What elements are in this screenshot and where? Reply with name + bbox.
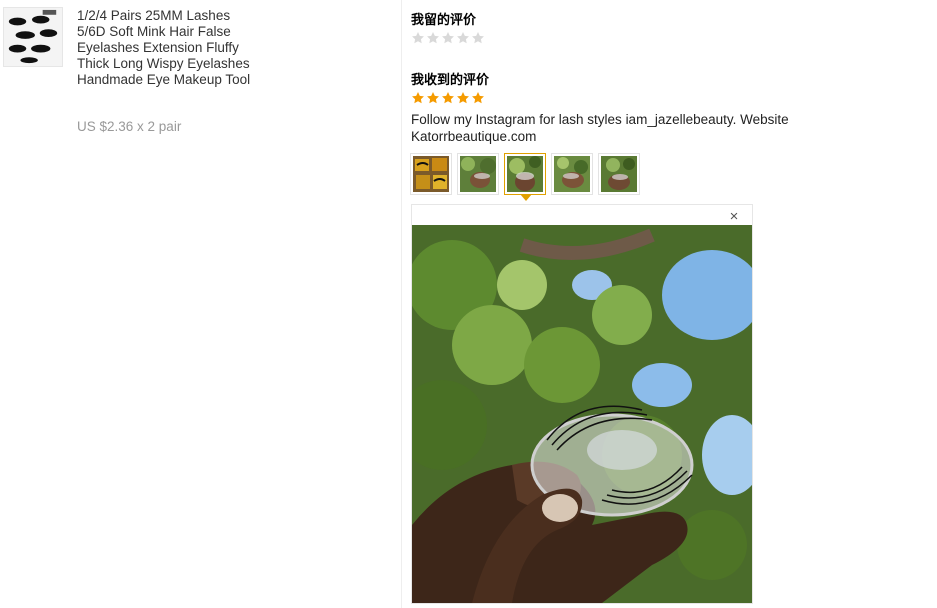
review-photo-4 [554, 156, 590, 192]
review-thumb-1[interactable] [410, 153, 452, 195]
review-text: Follow my Instagram for lash styles iam_… [411, 112, 789, 144]
review-thumb-4[interactable] [551, 153, 593, 195]
my-review-star-icon-3[interactable] [441, 31, 455, 45]
received-review-star-icon-3 [442, 92, 454, 104]
review-thumb-3[interactable] [504, 153, 546, 195]
received-review-heading: 我收到的评价 [411, 72, 490, 87]
received-review-rating [411, 91, 485, 105]
my-review-rating[interactable] [411, 31, 485, 45]
my-review-star-icon-4[interactable] [456, 31, 470, 45]
received-review-star-icon-4 [457, 92, 469, 104]
received-review-star-icon-1 [412, 92, 424, 104]
image-preview-panel: × [411, 204, 753, 604]
my-review-star-icon-1[interactable] [411, 31, 425, 45]
received-review-star-icon-2 [427, 92, 439, 104]
close-icon[interactable]: × [726, 209, 742, 225]
review-photo-3 [507, 156, 543, 192]
my-review-star-icon-2[interactable] [426, 31, 440, 45]
column-divider [401, 0, 402, 608]
product-thumbnail[interactable] [3, 7, 63, 67]
review-thumb-2[interactable] [457, 153, 499, 195]
my-review-star-icon-5[interactable] [471, 31, 485, 45]
product-title[interactable]: 1/2/4 Pairs 25MM Lashes 5/6D Soft Mink H… [77, 8, 252, 88]
my-review-heading: 我留的评价 [411, 12, 477, 27]
review-thumb-5[interactable] [598, 153, 640, 195]
eyelash-product-image [4, 8, 62, 66]
review-image-thumbnails [410, 153, 640, 195]
review-photo-1 [413, 156, 449, 192]
received-review-star-icon-5 [472, 92, 484, 104]
review-photo-5 [601, 156, 637, 192]
active-thumb-pointer [520, 194, 532, 201]
product-price: US $2.36 x 2 pair [77, 119, 182, 134]
review-photo-large [412, 225, 752, 603]
review-photo-2 [460, 156, 496, 192]
